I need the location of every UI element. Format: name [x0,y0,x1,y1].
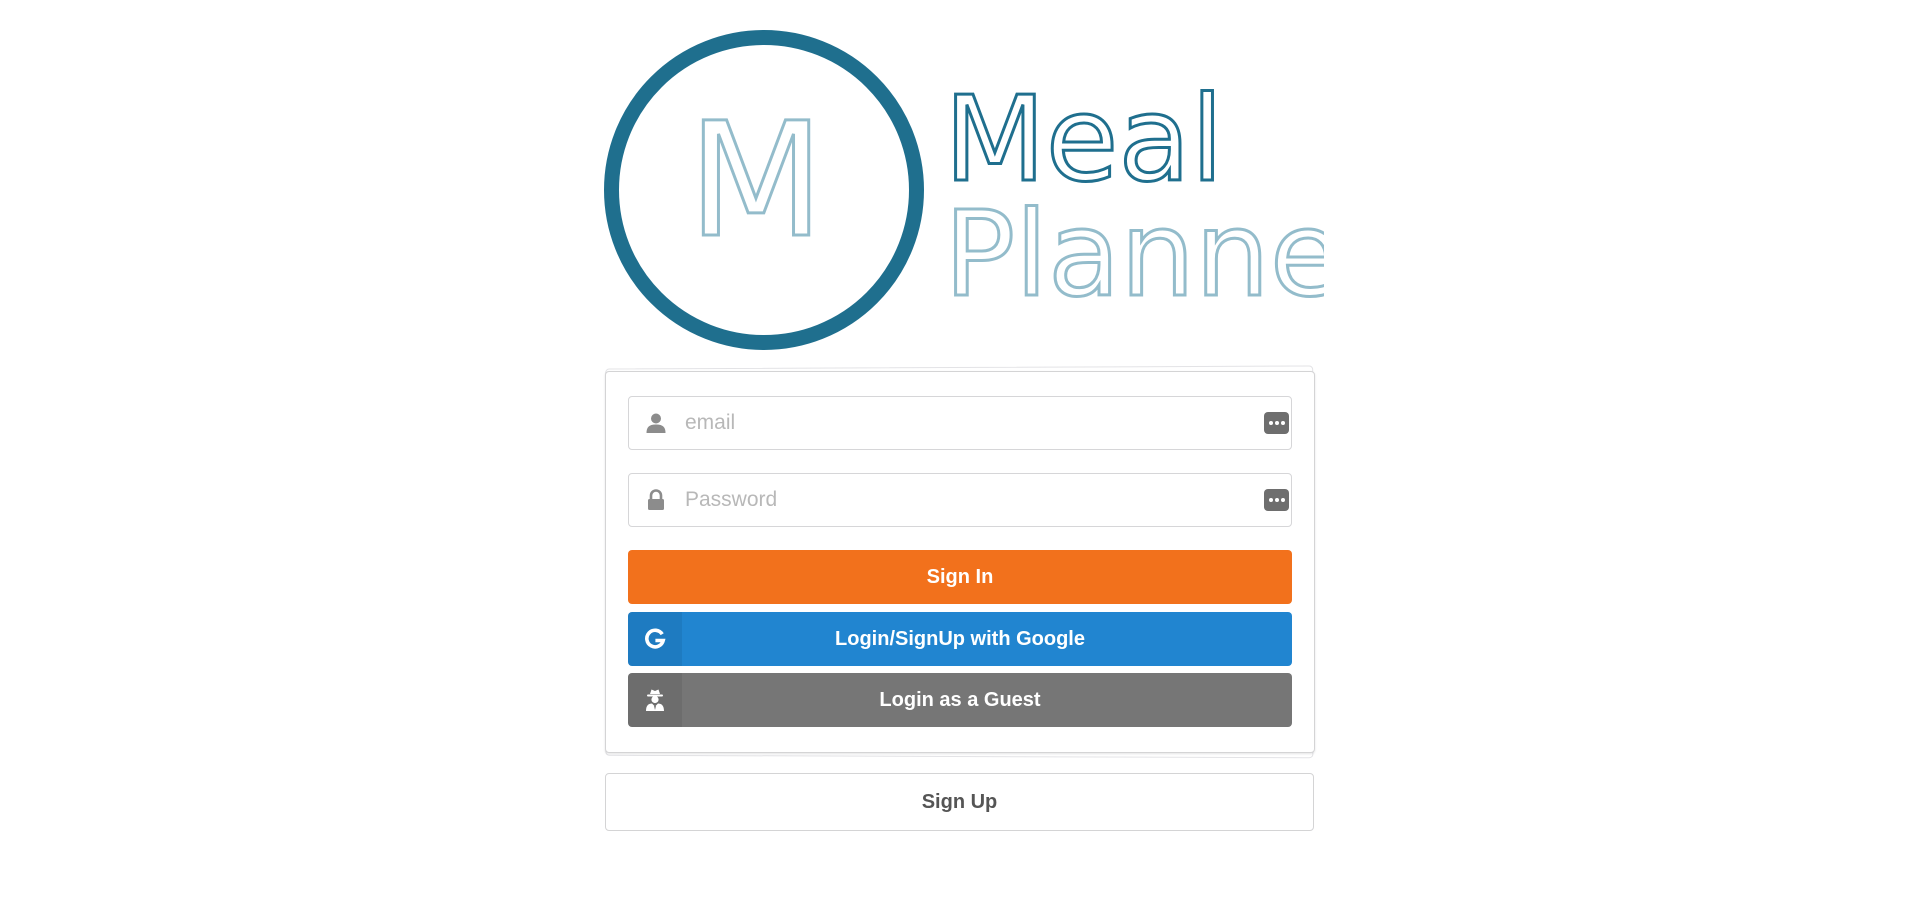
email-input[interactable] [685,405,1205,441]
user-secret-icon [628,673,682,727]
google-login-button[interactable]: Login/SignUp with Google [628,612,1292,666]
login-form: Sign In Login/SignUp with Google [605,371,1315,753]
logo-monogram: M [688,89,824,273]
password-manager-icon[interactable] [1264,489,1289,511]
password-field [628,473,1292,527]
google-login-label: Login/SignUp with Google [835,627,1085,650]
guest-login-label: Login as a Guest [879,688,1041,711]
logo-wordmark: M Meal Planner [686,69,1324,325]
guest-login-button[interactable]: Login as a Guest [628,673,1292,727]
logo-word-planner: Planner [944,185,1324,323]
sign-up-button[interactable]: Sign Up [605,773,1314,831]
email-field [628,396,1292,450]
password-manager-icon[interactable] [1264,412,1289,434]
google-icon [628,612,682,666]
sign-in-label: Sign In [926,565,994,588]
sign-in-button[interactable]: Sign In [628,550,1292,604]
login-page: M Meal Planner [0,0,1915,897]
lock-icon [648,489,664,510]
app-logo: M Meal Planner [604,30,1324,350]
sign-up-label: Sign Up [921,790,998,813]
login-card-stack: Sign In Login/SignUp with Google [605,365,1315,759]
password-input[interactable] [685,482,1205,518]
user-icon [646,413,666,433]
